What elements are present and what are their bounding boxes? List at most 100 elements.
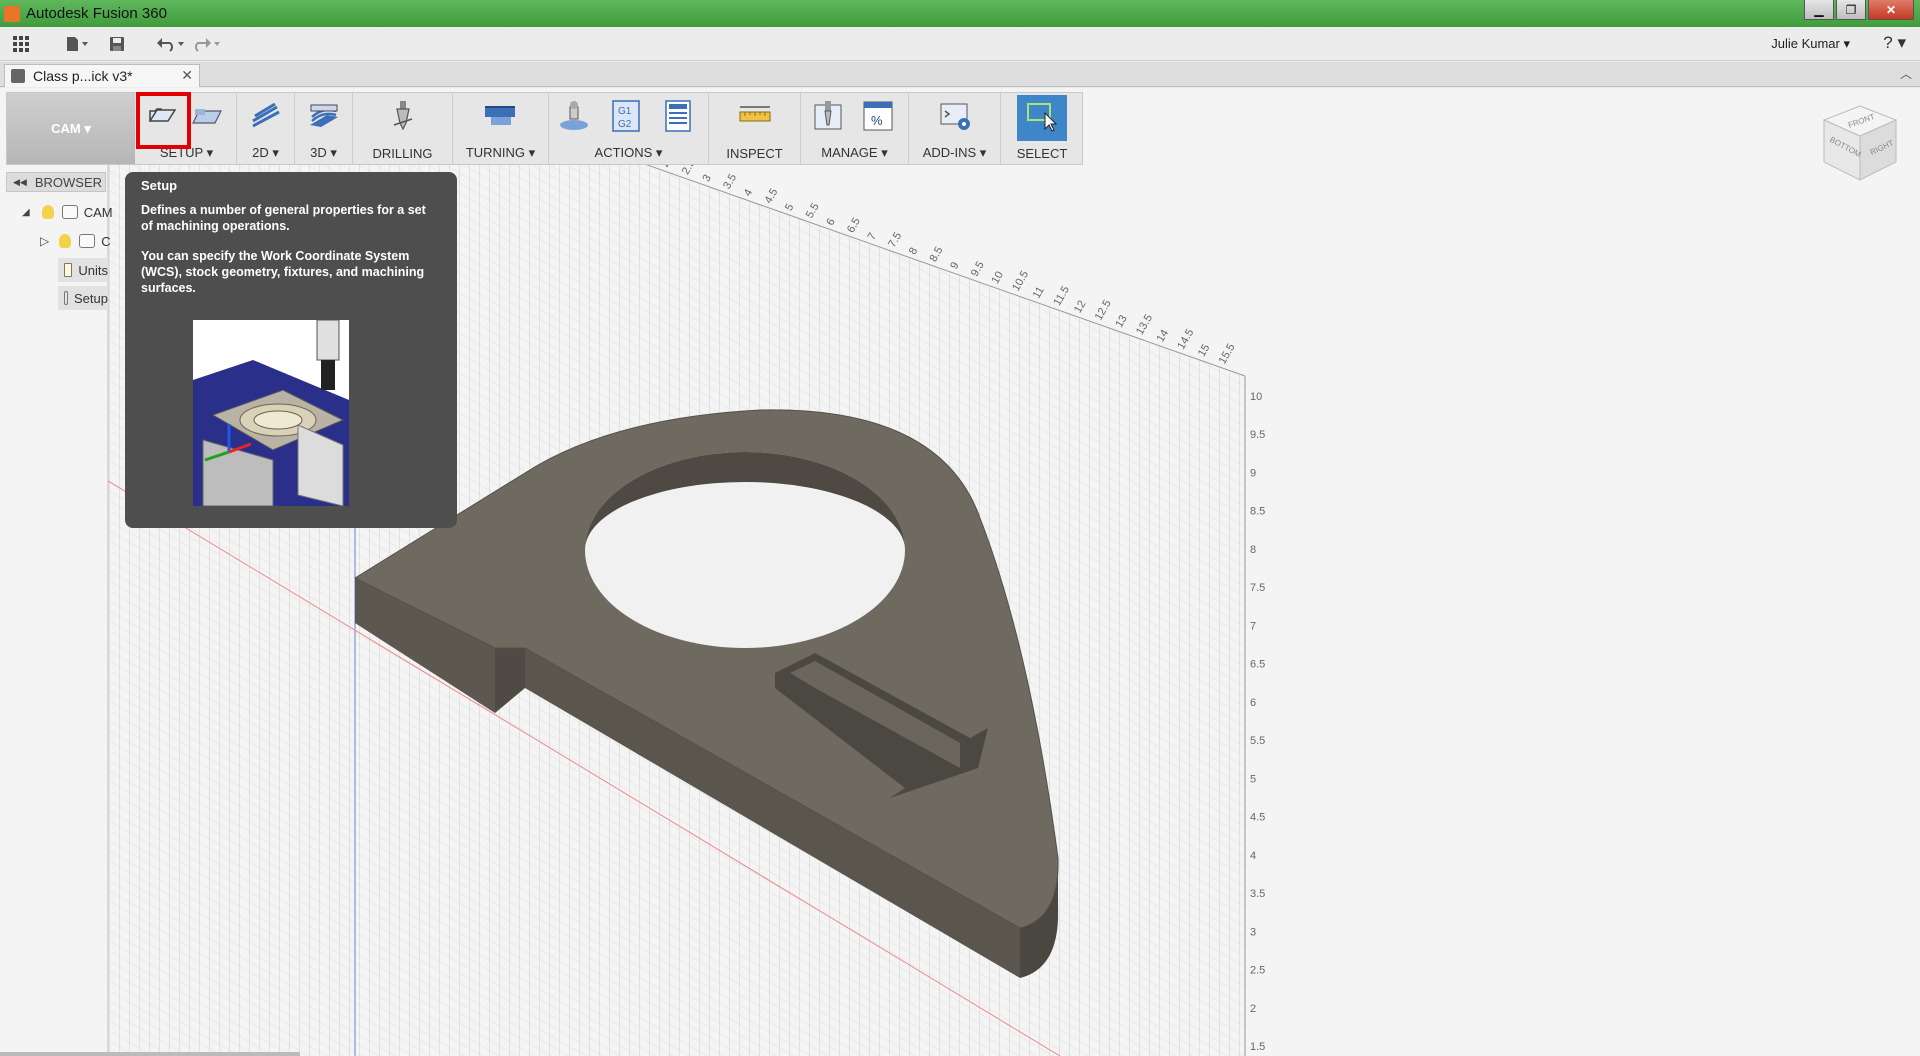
tree-label-units: Units [78, 262, 108, 278]
drilling-group[interactable]: DRILLING [353, 93, 453, 164]
document-icon [11, 69, 25, 83]
tooltip-machine-illustration [193, 320, 349, 506]
grid-tick-label: 3 [700, 173, 713, 184]
inspect-group[interactable]: INSPECT [709, 93, 801, 164]
3d-label: 3D ▾ [310, 145, 337, 160]
cam-root-icon [61, 205, 78, 219]
select-icon[interactable] [1025, 99, 1059, 133]
quick-access-toolbar: Julie Kumar ▾ ? ▾ [0, 27, 1920, 61]
tree-row-cam[interactable]: ◢ CAM [22, 200, 113, 224]
document-tab-label: Class p...ick v3* [33, 68, 133, 84]
browser-panel: ◀◀ BROWSER ◢ CAM ▷ C Units Setup [0, 172, 113, 1056]
expand-triangle-icon[interactable]: ▷ [40, 234, 49, 248]
help-icon[interactable]: ? ▾ [1883, 33, 1906, 53]
grid-tick-label: 8 [1250, 544, 1256, 556]
minimize-button[interactable]: ▁ [1804, 0, 1834, 20]
grid-tick-label: 4.5 [1250, 812, 1265, 824]
manage-label: MANAGE ▾ [821, 145, 888, 160]
tooltip-title: Setup [141, 178, 178, 193]
grid-tick-label: 6.5 [845, 216, 863, 235]
grid-tick-label: 7 [866, 231, 879, 242]
setup-sheet-icon[interactable] [191, 99, 225, 133]
measure-icon[interactable] [738, 99, 772, 133]
actions-group[interactable]: G1 G2 ACTIONS ▾ [549, 93, 709, 164]
2d-milling-icon[interactable] [249, 99, 283, 133]
browser-header[interactable]: ◀◀ BROWSER [6, 172, 106, 192]
template-library-icon[interactable]: % [861, 99, 895, 133]
grid-tick-label: 5.5 [1250, 735, 1265, 747]
grid-tick-label: 6 [1250, 697, 1256, 709]
svg-text:G2: G2 [618, 119, 632, 130]
post-process-icon[interactable]: G1G2 [609, 99, 643, 133]
grid-tick-label: 14 [1155, 328, 1172, 345]
tab-close-icon[interactable]: ✕ [181, 67, 193, 84]
grid-tick-label: 12.5 [1093, 298, 1114, 323]
drilling-icon[interactable] [386, 99, 420, 133]
grid-tick-label: 12 [1072, 299, 1089, 316]
grid-tick-label: 9.5 [969, 259, 987, 278]
inspect-label: INSPECT [726, 146, 783, 161]
grid-tick-label: 10 [990, 269, 1007, 286]
document-tab-bar: Class p...ick v3* ✕ ︿ [0, 62, 1920, 87]
addins-label: ADD-INS ▾ [922, 145, 987, 160]
save-icon[interactable] [104, 31, 130, 57]
grid-tick-label: 15.5 [1217, 342, 1238, 367]
collapse-browser-icon[interactable]: ◀◀ [13, 177, 27, 188]
grid-tick-label: 7.5 [886, 230, 904, 249]
turning-icon[interactable] [483, 99, 517, 133]
maximize-button[interactable]: ❐ [1836, 0, 1866, 20]
actions-label: ACTIONS ▾ [594, 145, 663, 160]
fusion-app-icon [4, 5, 20, 22]
simulate-icon[interactable] [557, 99, 591, 133]
close-window-button[interactable]: ✕ [1868, 0, 1914, 20]
setup-sheet-doc-icon[interactable] [661, 99, 695, 133]
tree-label-component: C [101, 233, 111, 249]
grid-tick-label: 9 [1250, 468, 1256, 480]
visibility-bulb-icon[interactable] [59, 234, 72, 248]
view-cube[interactable]: FRONT BOTTOM RIGHT [1818, 102, 1902, 186]
tree-label-setup: Setup [74, 290, 108, 306]
tooltip-details: You can specify the Work Coordinate Syst… [141, 249, 425, 295]
grid-tick-label: 14.5 [1175, 327, 1196, 352]
2d-group[interactable]: 2D ▾ [237, 93, 295, 164]
app-grid-icon[interactable] [8, 31, 34, 57]
grid-tick-label: 11 [1031, 285, 1047, 301]
undo-icon[interactable] [156, 31, 186, 57]
grid-tick-label: 7.5 [1250, 582, 1265, 594]
document-tab[interactable]: Class p...ick v3* ✕ [4, 64, 200, 87]
user-account-menu[interactable]: Julie Kumar ▾ [1771, 36, 1850, 52]
grid-tick-label: 11.5 [1051, 284, 1072, 308]
grid-tick-label: 6 [824, 216, 837, 227]
status-bar-strip [0, 1052, 300, 1056]
manage-group[interactable]: % MANAGE ▾ [801, 93, 909, 164]
expand-triangle-icon[interactable]: ◢ [22, 207, 30, 218]
tree-row-setup[interactable]: Setup [58, 286, 108, 310]
file-menu-icon[interactable] [64, 31, 90, 57]
component-icon [79, 234, 96, 248]
grid-tick-label: 1.5 [1250, 1041, 1265, 1053]
workspace-switcher[interactable]: CAM ▾ [7, 93, 135, 164]
collapse-chevron-icon[interactable]: ︿ [1900, 65, 1912, 82]
addins-group[interactable]: ADD-INS ▾ [909, 93, 1001, 164]
tree-row-units[interactable]: Units [58, 258, 108, 282]
3d-milling-icon[interactable] [307, 99, 341, 133]
grid-tick-label: 13.5 [1134, 312, 1155, 337]
visibility-bulb-icon[interactable] [41, 205, 54, 219]
grid-tick-label: 10 [1250, 391, 1262, 403]
grid-tick-label: 8 [907, 246, 920, 257]
redo-icon[interactable] [192, 31, 222, 57]
turning-group[interactable]: TURNING ▾ [453, 93, 549, 164]
grid-tick-label: 3 [1250, 926, 1256, 938]
tool-library-icon[interactable] [811, 99, 845, 133]
grid-tick-label: 4.5 [762, 187, 780, 206]
svg-text:G1: G1 [618, 106, 632, 117]
3d-group[interactable]: 3D ▾ [295, 93, 353, 164]
svg-text:%: % [871, 113, 883, 128]
grid-tick-label: 5 [1250, 773, 1256, 785]
select-group[interactable]: SELECT [1001, 93, 1083, 164]
grid-tick-label: 2.5 [1250, 965, 1265, 977]
tree-row-component[interactable]: ▷ C [40, 229, 111, 253]
scripts-addins-icon[interactable] [938, 99, 972, 133]
select-label: SELECT [1016, 146, 1068, 161]
setup-tooltip: Setup Defines a number of general proper… [125, 172, 457, 528]
